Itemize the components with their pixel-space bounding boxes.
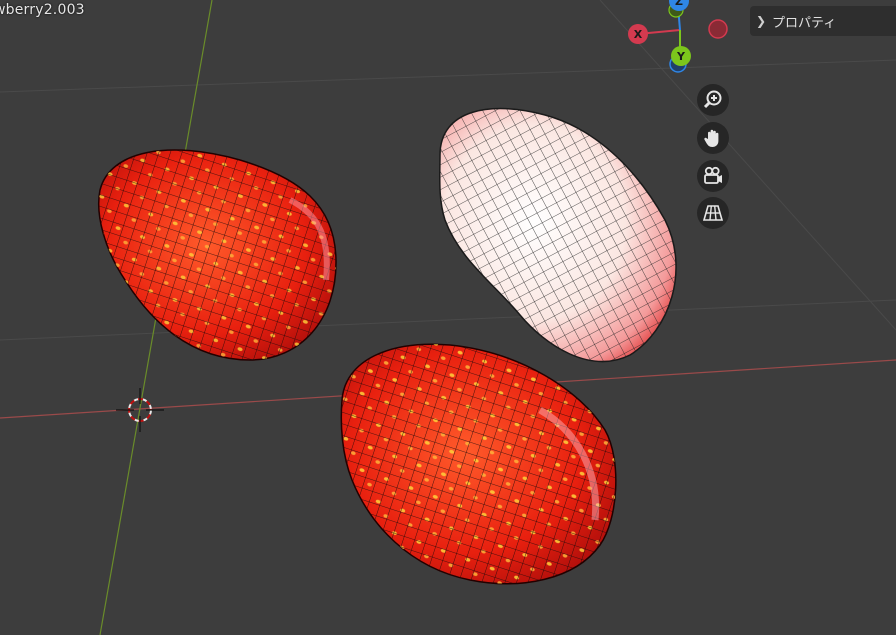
y-axis-ball[interactable]: Y — [671, 46, 691, 66]
zoom-button[interactable] — [697, 84, 729, 116]
camera-view-icon — [704, 166, 722, 184]
ortho-view-button[interactable] — [697, 197, 729, 229]
camera-view-button[interactable] — [697, 160, 729, 192]
3d-viewport[interactable] — [0, 0, 896, 635]
properties-panel-toggle[interactable]: ❯ プロパティ — [750, 6, 896, 36]
strawberry-left — [98, 149, 337, 361]
x-axis-ball[interactable]: X — [628, 24, 648, 44]
properties-label: プロパティ — [772, 15, 837, 31]
pan-button[interactable] — [697, 122, 729, 154]
hand-pan-icon — [704, 129, 719, 147]
active-object-name: wberry2.003 — [0, 2, 85, 18]
strawberry-top-right — [438, 107, 677, 363]
zoom-icon — [703, 90, 722, 109]
chevron-right-icon: ❯ — [755, 14, 767, 28]
grid-view-icon — [702, 205, 724, 221]
strawberry-bottom — [340, 343, 617, 585]
axis-gizmo[interactable]: X Y Z — [620, 0, 740, 80]
